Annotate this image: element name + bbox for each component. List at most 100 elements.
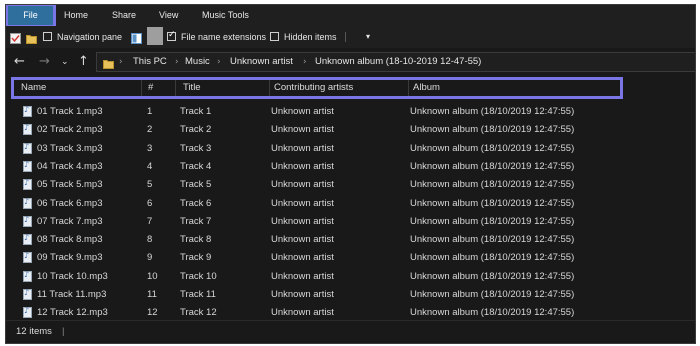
customize-dropdown-icon[interactable]: ▾	[366, 26, 370, 48]
album-name: Unknown album (18/10/2019 12:47:55)	[410, 160, 575, 172]
audio-file-icon	[23, 306, 32, 319]
contributing-artist: Unknown artist	[271, 142, 334, 154]
track-number: 6	[147, 197, 153, 209]
audio-file-icon	[23, 270, 32, 282]
back-arrow-icon[interactable]: ←	[14, 54, 25, 70]
track-title: Track 1	[180, 106, 212, 117]
file-row[interactable]: 03 Track 3.mp3 3 Track 3 Unknown artist …	[6, 140, 695, 158]
column-divider[interactable]	[141, 80, 142, 96]
track-number: 4	[147, 160, 153, 172]
file-name-extensions-label: File name extensions	[181, 32, 267, 42]
address-bar[interactable]: › This PC › Music › Unknown artist › Unk…	[96, 52, 695, 72]
file-row[interactable]: 10 Track 10.mp3 10 Track 10 Unknown arti…	[6, 268, 695, 286]
navigation-pane-label: Navigation pane	[57, 32, 123, 42]
album-name: Unknown album (18/10/2019 12:47:55)	[410, 289, 575, 300]
column-contributing-artists[interactable]: Contributing artists	[274, 80, 353, 96]
track-number: 1	[147, 106, 153, 117]
column-divider[interactable]	[175, 80, 176, 96]
breadcrumb-unknown-artist[interactable]: Unknown artist	[230, 53, 293, 71]
contributing-artist: Unknown artist	[271, 179, 334, 191]
track-title: Track 8	[180, 234, 212, 246]
track-title: Track 9	[180, 252, 212, 264]
track-number: 8	[147, 234, 153, 246]
recent-locations-chevron-icon[interactable]: ⌄	[61, 54, 69, 70]
address-row: ← → ⌄ ↑ › This PC › Music › Unknown arti…	[6, 48, 695, 76]
file-row[interactable]: 05 Track 5.mp3 5 Track 5 Unknown artist …	[6, 176, 695, 194]
navigation-pane-checkbox[interactable]	[43, 32, 52, 41]
contributing-artist: Unknown artist	[271, 160, 334, 172]
breadcrumb-separator-icon[interactable]: ›	[175, 53, 179, 71]
file-row[interactable]: 04 Track 4.mp3 4 Track 4 Unknown artist …	[6, 158, 695, 176]
file-name: 11 Track 11.mp3	[37, 289, 107, 300]
address-folder-icon	[103, 56, 114, 69]
breadcrumb-unknown-album[interactable]: Unknown album (18-10-2019 12-47-55)	[315, 53, 481, 71]
tab-music-tools[interactable]: Music Tools	[202, 5, 249, 26]
track-title: Track 6	[180, 197, 212, 209]
tab-home[interactable]: Home	[64, 5, 88, 26]
hidden-items-checkbox[interactable]	[270, 32, 279, 41]
file-row[interactable]: 11 Track 11.mp3 11 Track 11 Unknown arti…	[6, 286, 695, 304]
audio-file-icon	[23, 251, 32, 264]
contributing-artist: Unknown artist	[271, 106, 334, 117]
file-row[interactable]: 02 Track 2.mp3 2 Track 2 Unknown artist …	[6, 121, 695, 139]
file-name-extensions-checkbox[interactable]	[167, 30, 176, 41]
audio-file-icon	[23, 288, 32, 300]
audio-file-icon	[23, 123, 32, 136]
file-row[interactable]: 07 Track 7.mp3 7 Track 7 Unknown artist …	[6, 213, 695, 231]
track-title: Track 2	[180, 124, 212, 136]
tab-view[interactable]: View	[159, 5, 178, 26]
column-album[interactable]: Album	[413, 80, 440, 96]
audio-file-icon	[23, 215, 32, 227]
file-name: 01 Track 1.mp3	[37, 106, 103, 117]
contributing-artist: Unknown artist	[271, 252, 334, 264]
file-row[interactable]: 09 Track 9.mp3 9 Track 9 Unknown artist …	[6, 249, 695, 267]
track-title: Track 3	[180, 142, 212, 154]
breadcrumb-separator-icon[interactable]: ›	[119, 53, 123, 71]
audio-file-icon	[23, 178, 32, 191]
hidden-items-label: Hidden items	[284, 32, 337, 42]
column-name[interactable]: Name	[21, 80, 46, 96]
album-name: Unknown album (18/10/2019 12:47:55)	[410, 124, 575, 136]
contributing-artist: Unknown artist	[271, 234, 334, 246]
file-row[interactable]: 01 Track 1.mp3 1 Track 1 Unknown artist …	[6, 103, 695, 121]
column-divider[interactable]	[408, 80, 409, 96]
details-pane-button[interactable]	[147, 27, 163, 45]
tab-share[interactable]: Share	[112, 5, 136, 26]
item-count: 12 items	[16, 326, 52, 337]
column-title[interactable]: Title	[183, 80, 201, 96]
column-number[interactable]: #	[148, 80, 153, 96]
track-number: 3	[147, 142, 153, 154]
album-name: Unknown album (18/10/2019 12:47:55)	[410, 215, 575, 227]
contributing-artist: Unknown artist	[271, 215, 334, 227]
breadcrumb-music[interactable]: Music	[185, 53, 210, 71]
preview-pane-icon[interactable]	[131, 31, 142, 44]
forward-arrow-icon[interactable]: →	[39, 54, 50, 70]
album-name: Unknown album (18/10/2019 12:47:55)	[410, 270, 575, 282]
file-row[interactable]: 06 Track 6.mp3 6 Track 6 Unknown artist …	[6, 195, 695, 213]
status-separator: |	[62, 326, 65, 337]
file-explorer-window: File Home Share View Music Tools Navigat…	[5, 4, 696, 344]
track-number: 2	[147, 124, 153, 136]
track-title: Track 7	[180, 215, 212, 227]
tab-file[interactable]: File	[6, 5, 56, 28]
status-bar: 12 items |	[6, 320, 695, 343]
audio-file-icon	[23, 160, 32, 172]
file-name: 02 Track 2.mp3	[37, 124, 103, 136]
breadcrumb-this-pc[interactable]: This PC	[133, 53, 167, 71]
file-name: 04 Track 4.mp3	[37, 160, 103, 172]
column-header: Name # Title Contributing artists Album	[11, 77, 623, 99]
album-name: Unknown album (18/10/2019 12:47:55)	[410, 142, 575, 154]
toolbar-divider	[345, 32, 346, 42]
breadcrumb-separator-icon[interactable]: ›	[217, 53, 221, 71]
file-name: 03 Track 3.mp3	[37, 142, 103, 154]
album-name: Unknown album (18/10/2019 12:47:55)	[410, 197, 575, 209]
ribbon-tabs: File Home Share View Music Tools	[6, 5, 695, 28]
file-row[interactable]: 08 Track 8.mp3 8 Track 8 Unknown artist …	[6, 231, 695, 249]
properties-icon[interactable]	[10, 31, 21, 44]
breadcrumb-separator-icon[interactable]: ›	[303, 53, 307, 71]
column-divider[interactable]	[269, 80, 270, 96]
up-arrow-icon[interactable]: ↑	[78, 54, 89, 70]
folder-icon[interactable]	[26, 31, 37, 44]
file-name: 10 Track 10.mp3	[37, 270, 108, 282]
file-name: 08 Track 8.mp3	[37, 234, 103, 246]
